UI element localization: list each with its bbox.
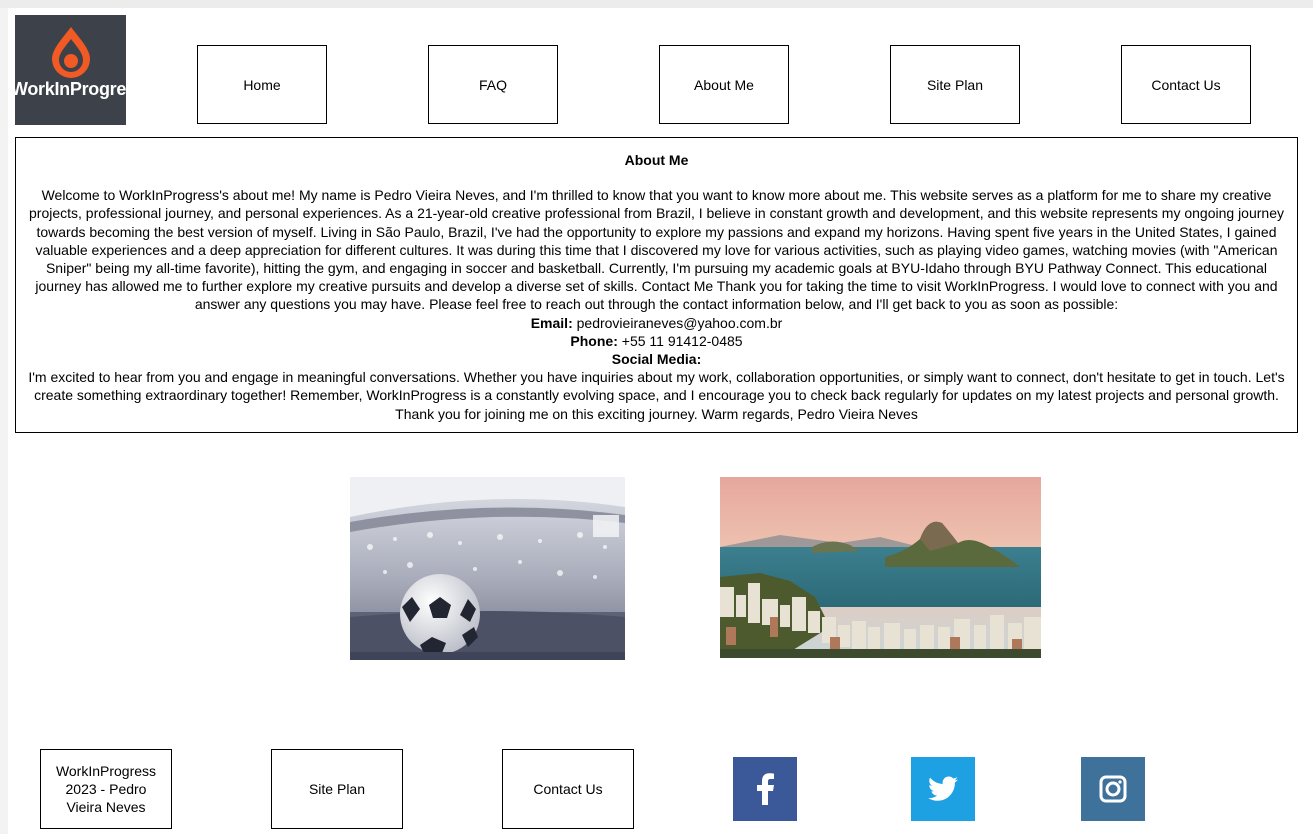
email-label: Email:	[530, 314, 573, 331]
site-logo[interactable]: WorkInProgress	[15, 15, 126, 125]
rio-de-janeiro-sugarloaf-image	[720, 477, 1041, 658]
footer-copyright: WorkInProgress 2023 - Pedro Vieira Neves	[40, 749, 172, 829]
nav-faq[interactable]: FAQ	[428, 45, 558, 124]
browser-left-strip	[0, 8, 8, 834]
soccer-ball-stadium-image	[350, 477, 625, 660]
phone-line: Phone: +55 11 91412-0485	[26, 332, 1287, 350]
social-media-line: Social Media:	[26, 350, 1287, 368]
facebook-link[interactable]	[733, 757, 797, 821]
phone-value: +55 11 91412-0485	[621, 332, 743, 349]
nav-site-plan[interactable]: Site Plan	[890, 45, 1020, 124]
footer-contact-us-link[interactable]: Contact Us	[502, 749, 634, 829]
logo-text: WorkInProgress	[15, 79, 126, 99]
phone-label: Phone:	[570, 332, 618, 349]
about-section: About Me Welcome to WorkInProgress's abo…	[15, 137, 1298, 433]
twitter-icon	[928, 776, 958, 801]
instagram-link[interactable]	[1081, 757, 1145, 821]
nav-about-me[interactable]: About Me	[659, 45, 789, 124]
nav-home[interactable]: Home	[197, 45, 327, 124]
about-heading: About Me	[624, 152, 689, 168]
social-media-label: Social Media:	[611, 351, 702, 368]
about-closing: I'm excited to hear from you and engage …	[28, 369, 1285, 422]
browser-top-strip	[0, 0, 1313, 8]
instagram-icon	[1099, 775, 1127, 803]
about-intro: Welcome to WorkInProgress's about me! My…	[29, 187, 1284, 313]
twitter-link[interactable]	[911, 757, 975, 821]
footer-site-plan-link[interactable]: Site Plan	[271, 749, 403, 829]
email-line: Email: pedrovieiraneves@yahoo.com.br	[26, 314, 1287, 332]
email-value: pedrovieiraneves@yahoo.com.br	[576, 314, 783, 331]
facebook-icon	[757, 773, 774, 805]
flame-drop-icon	[52, 27, 90, 78]
nav-contact-us[interactable]: Contact Us	[1121, 45, 1251, 124]
